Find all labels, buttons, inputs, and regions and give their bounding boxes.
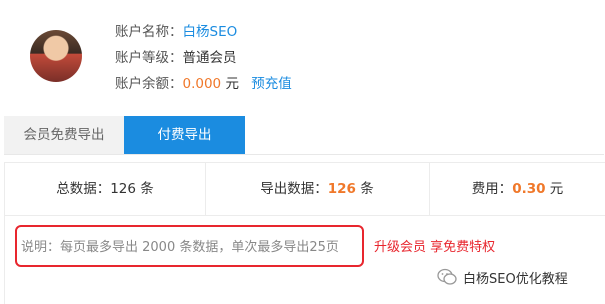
export-tabs: 会员免费导出 付费导出 (4, 116, 604, 155)
upgrade-member-link[interactable]: 升级会员 享免费特权 (374, 236, 495, 255)
account-balance-label: 账户余额： (115, 76, 183, 92)
account-name-value: 白杨SEO (182, 24, 238, 40)
account-level-label: 账户等级： (115, 50, 183, 66)
export-panel: 账户名称：白杨SEO 账户等级：普通会员 账户余额：0.000 元 预充值 会员… (0, 0, 605, 304)
watermark: 白杨SEO优化教程 (437, 266, 568, 288)
account-level-row: 账户等级：普通会员 (115, 49, 237, 67)
tab-paid-export[interactable]: 付费导出 (124, 116, 245, 154)
stat-export: 导出数据：126 条 (205, 163, 430, 215)
watermark-text: 白杨SEO优化教程 (463, 271, 568, 287)
stat-fee-value: 0.30 (512, 181, 546, 197)
stat-fee-label: 费用： (471, 181, 513, 197)
account-balance-row: 账户余额：0.000 元 预充值 (115, 75, 292, 93)
stat-total-value: 126 (110, 181, 136, 197)
export-note: 说明：每页最多导出 2000 条数据，单次最多导出25页 (21, 240, 339, 255)
stat-export-value: 126 (327, 181, 356, 197)
account-name-label: 账户名称： (115, 24, 183, 40)
account-balance-unit: 元 (225, 76, 239, 92)
stat-total: 总数据：126 条 (5, 163, 206, 215)
tab-member-free-export[interactable]: 会员免费导出 (4, 116, 124, 154)
stat-total-unit: 条 (140, 181, 154, 197)
stat-fee-unit: 元 (549, 181, 564, 197)
stat-export-label: 导出数据： (260, 181, 328, 197)
account-level-value: 普通会员 (182, 50, 237, 66)
export-stats: 总数据：126 条 导出数据：126 条 费用：0.30 元 (4, 162, 605, 216)
user-avatar (30, 30, 82, 82)
account-balance-value: 0.000 (182, 76, 222, 92)
stat-fee: 费用：0.30 元 (429, 163, 605, 215)
stat-total-label: 总数据： (56, 181, 111, 197)
account-name-row: 账户名称：白杨SEO (115, 23, 237, 41)
wechat-icon (437, 268, 457, 286)
recharge-link[interactable]: 预充值 (251, 76, 292, 92)
stat-export-unit: 条 (360, 181, 374, 197)
